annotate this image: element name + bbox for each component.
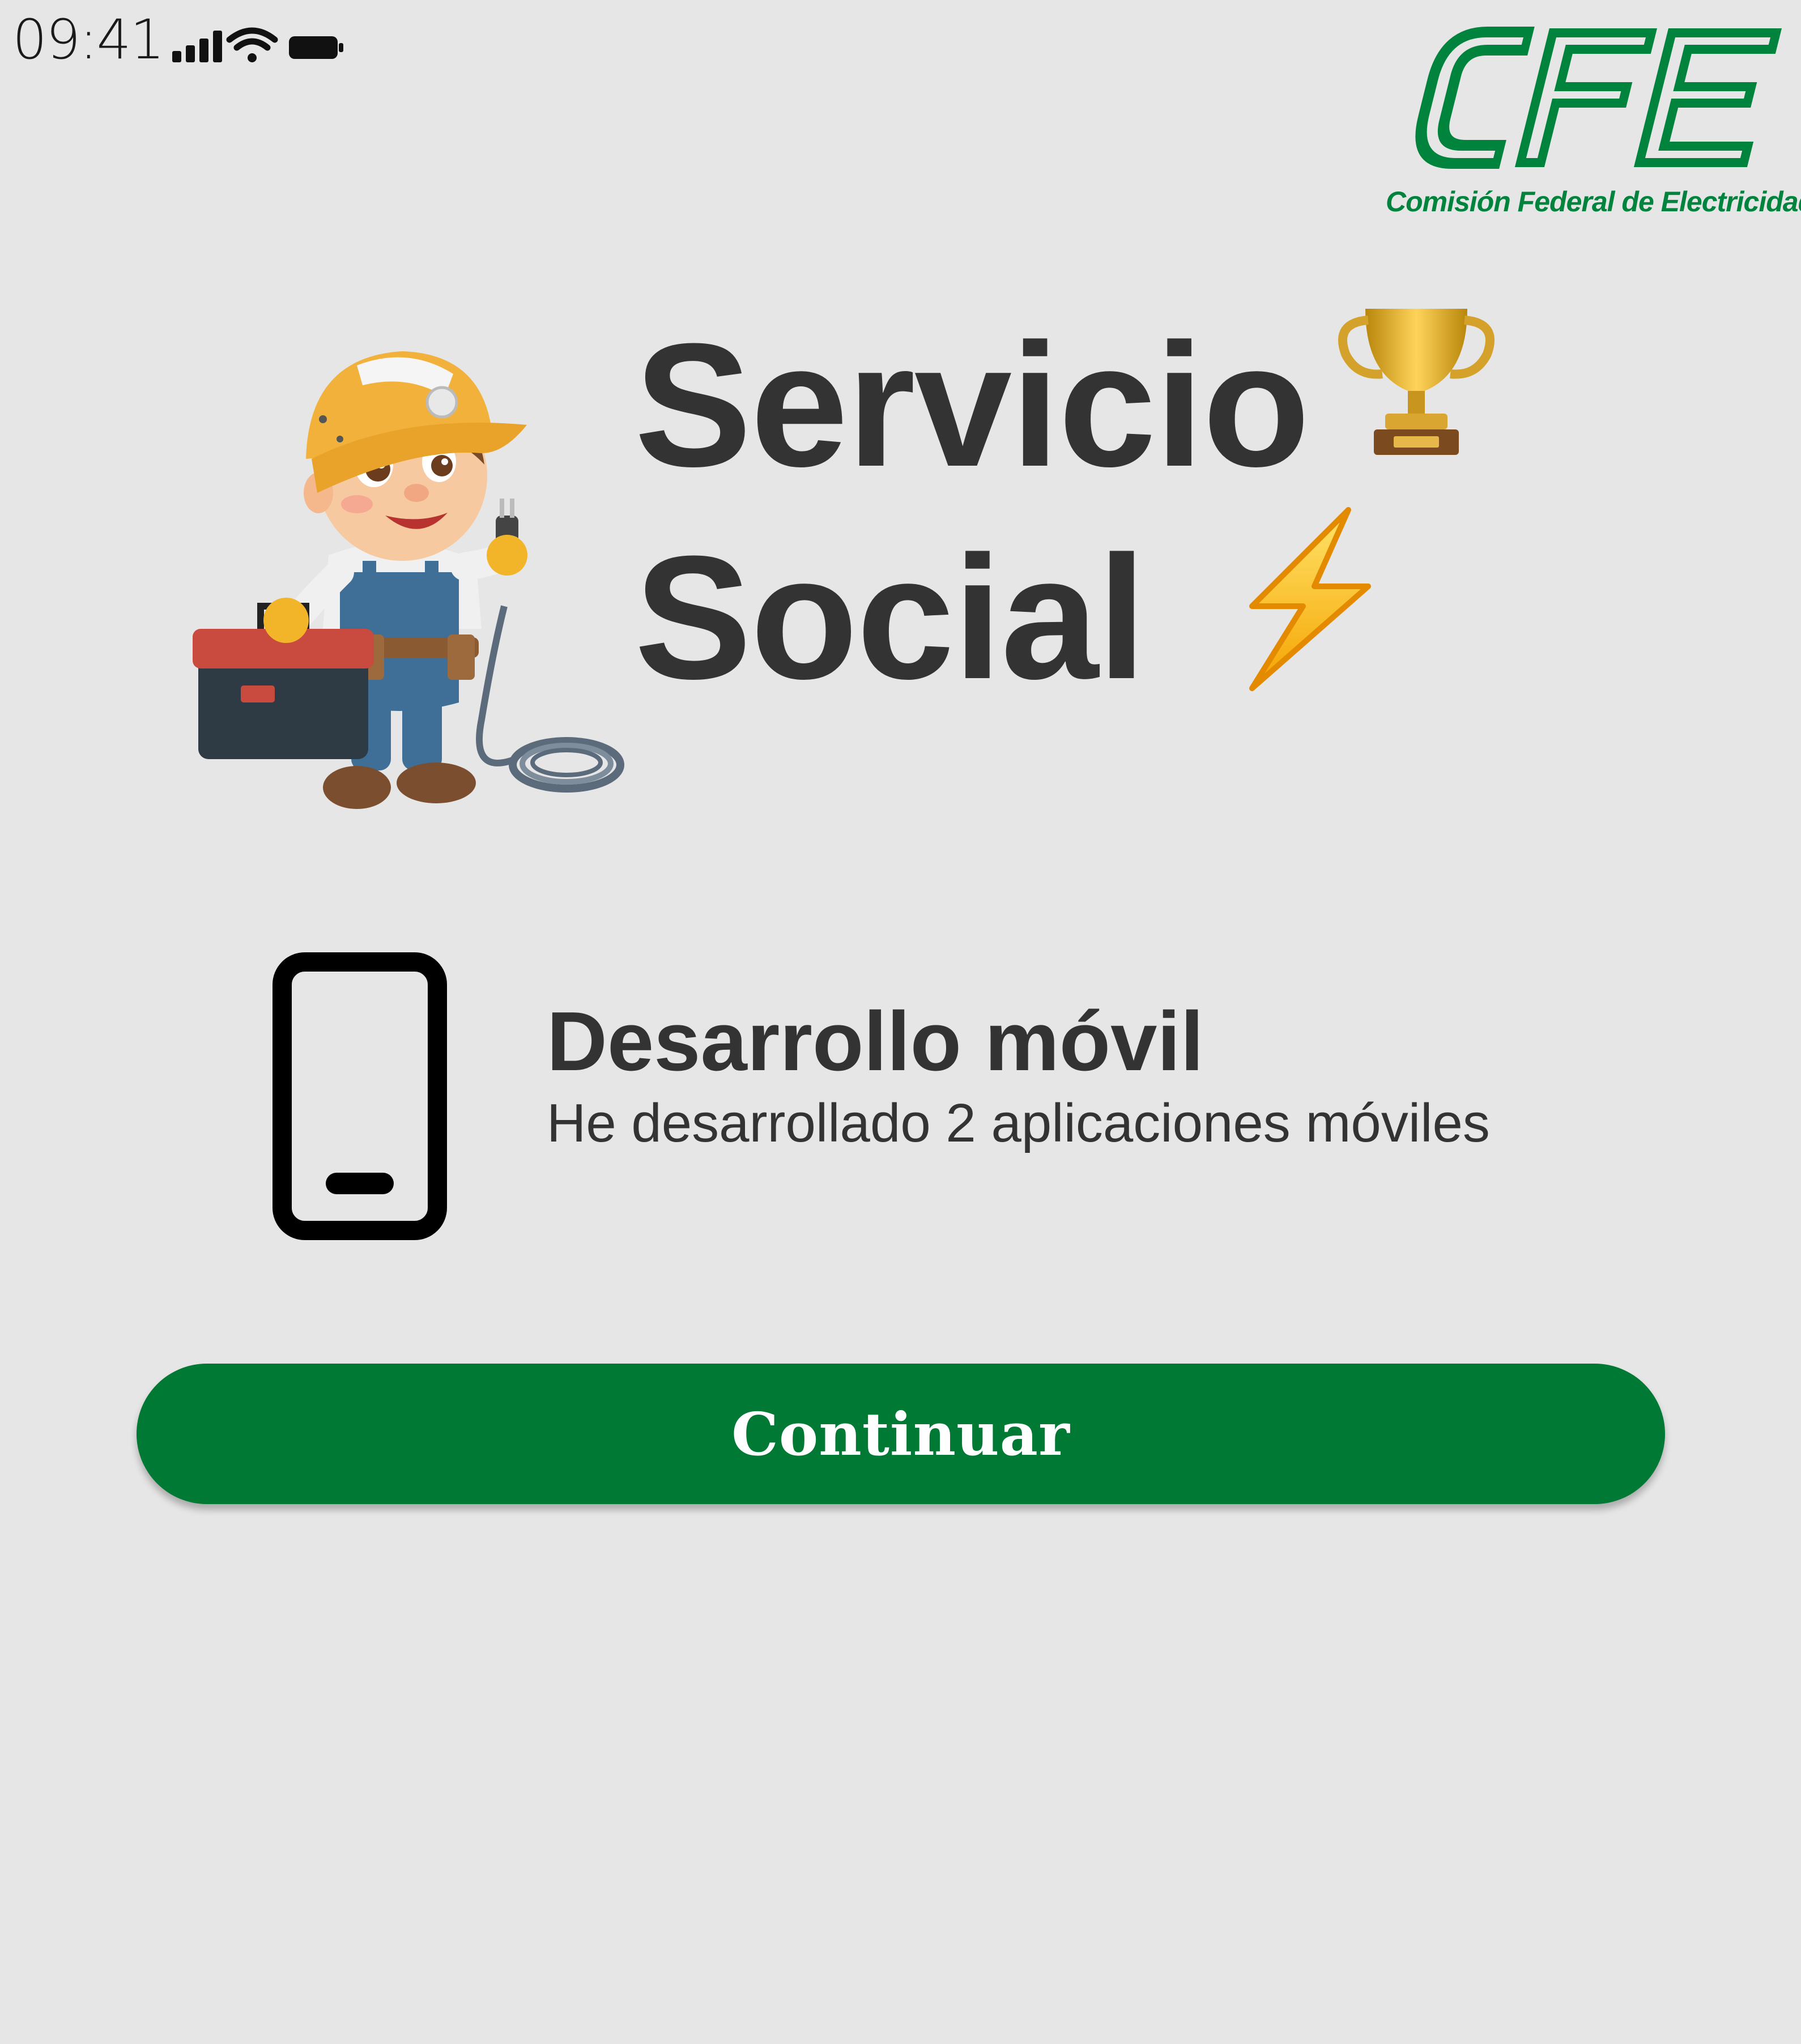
logo-caption: Comisión Federal de Electricidad [1386, 186, 1801, 218]
signal-icon [172, 31, 222, 62]
feature-description: He desarrollado 2 aplicaciones móviles [547, 1093, 1490, 1153]
continue-button-label: Continuar [731, 1399, 1070, 1469]
cable-coil [476, 605, 624, 793]
electrician-mascot-illustration [193, 351, 624, 809]
status-time: 09:41 [12, 8, 165, 71]
smartphone-icon [273, 952, 447, 1240]
lightning-icon [1249, 507, 1371, 691]
feature-title: Desarrollo móvil [547, 995, 1204, 1088]
screen: 09:41 Comisión Federal de Electricidad S… [0, 0, 1801, 2044]
cfe-logo-letters [1415, 27, 1782, 169]
page-title-line-2: Social [635, 519, 1146, 716]
wifi-icon [226, 27, 278, 62]
status-icons [172, 27, 343, 62]
page-title-line-1: Servicio [635, 306, 1310, 503]
continue-button[interactable]: Continuar [137, 1364, 1665, 1504]
trophy-icon [1338, 309, 1495, 455]
battery-icon [289, 36, 343, 59]
